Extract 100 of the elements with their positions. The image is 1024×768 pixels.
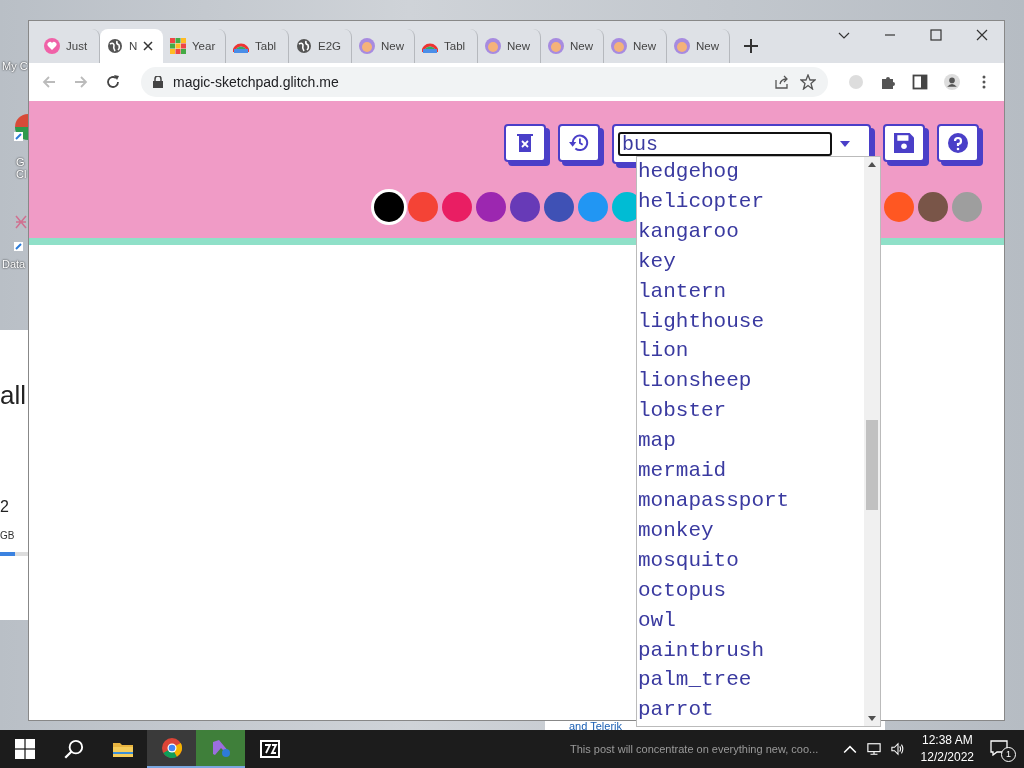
suggestion-option[interactable]: map bbox=[638, 426, 864, 457]
window-heading: all bbox=[0, 380, 26, 411]
suggestion-option[interactable]: lionsheep bbox=[638, 366, 864, 397]
color-swatch[interactable] bbox=[544, 192, 574, 222]
browser-tab[interactable]: New bbox=[352, 29, 415, 63]
suggestion-option[interactable]: owl bbox=[638, 605, 864, 636]
tab-title: New bbox=[507, 40, 530, 52]
suggestion-option[interactable]: lantern bbox=[638, 276, 864, 307]
suggestion-option[interactable]: lion bbox=[638, 336, 864, 367]
browser-tab[interactable]: N bbox=[100, 29, 163, 63]
network-icon[interactable] bbox=[866, 742, 881, 756]
article-link[interactable]: and Telerik bbox=[569, 720, 622, 732]
color-swatch[interactable] bbox=[442, 192, 472, 222]
suggestion-option[interactable]: mermaid bbox=[638, 456, 864, 486]
caret-icon[interactable] bbox=[840, 141, 850, 147]
smiley-icon bbox=[548, 38, 564, 54]
suggestion-option[interactable]: helicopter bbox=[638, 186, 864, 217]
suggestion-option[interactable]: key bbox=[638, 246, 864, 277]
color-swatch[interactable] bbox=[510, 192, 540, 222]
windows-logo-icon bbox=[14, 739, 35, 759]
browser-tab[interactable]: New bbox=[478, 29, 541, 63]
notification-icon[interactable] bbox=[990, 740, 1008, 756]
scroll-up-icon[interactable] bbox=[868, 162, 876, 167]
suggestion-option[interactable]: palm_tree bbox=[638, 665, 864, 696]
color-swatch[interactable] bbox=[884, 192, 914, 222]
side-panel-icon[interactable] bbox=[912, 74, 928, 90]
scroll-down-icon[interactable] bbox=[868, 716, 876, 721]
reload-icon[interactable] bbox=[105, 74, 121, 90]
notification-count: 1 bbox=[1001, 747, 1016, 762]
browser-tab[interactable]: Year bbox=[163, 29, 226, 63]
search-field[interactable]: bus bbox=[618, 132, 832, 156]
browser-tab[interactable]: Tabl bbox=[226, 29, 289, 63]
trash-icon bbox=[515, 133, 535, 153]
clock[interactable]: 12:38 AM 12/2/2022 bbox=[920, 732, 974, 766]
clock-date: 12/2/2022 bbox=[920, 749, 974, 766]
profile-icon[interactable] bbox=[944, 74, 960, 90]
volume-icon[interactable] bbox=[890, 742, 905, 756]
ribbon-logo-icon bbox=[210, 738, 231, 758]
tab-title: E2G bbox=[318, 40, 341, 52]
close-icon[interactable] bbox=[976, 29, 988, 41]
tab-title: Tabl bbox=[444, 40, 466, 52]
storage-bar bbox=[0, 552, 28, 556]
color-swatch[interactable] bbox=[952, 192, 982, 222]
globe-icon bbox=[107, 38, 123, 54]
scrollbar[interactable] bbox=[864, 157, 880, 726]
new-tab-icon[interactable] bbox=[744, 39, 758, 53]
smiley-icon bbox=[485, 38, 501, 54]
browser-tab[interactable]: New bbox=[541, 29, 604, 63]
suggestion-option[interactable]: kangaroo bbox=[638, 216, 864, 247]
puzzle-icon[interactable] bbox=[880, 74, 896, 90]
suggestion-option[interactable]: lighthouse bbox=[638, 306, 864, 337]
browser-tab[interactable]: New bbox=[604, 29, 667, 63]
taskbar-app[interactable] bbox=[147, 730, 196, 768]
smiley-icon bbox=[359, 38, 375, 54]
clock-time: 12:38 AM bbox=[921, 732, 973, 749]
browser-tab[interactable]: E2G bbox=[289, 29, 352, 63]
smiley-icon bbox=[674, 38, 690, 54]
suggestion-option[interactable]: mosquito bbox=[638, 545, 864, 576]
suggestion-option[interactable]: lobster bbox=[638, 396, 864, 427]
network-shortcut-icon[interactable] bbox=[14, 214, 28, 254]
background-text: This post will concentrate on everything new, coo... bbox=[570, 743, 820, 755]
suggestion-option[interactable]: paintbrush bbox=[638, 635, 864, 666]
tab-title: Tabl bbox=[255, 40, 277, 52]
color-swatch[interactable] bbox=[476, 192, 506, 222]
lock-icon bbox=[153, 76, 163, 88]
suggestion-option[interactable]: monapassport bbox=[638, 485, 864, 516]
color-swatch[interactable] bbox=[578, 192, 608, 222]
color-swatch[interactable] bbox=[374, 192, 404, 222]
browser-tab[interactable]: Just bbox=[37, 29, 100, 63]
suggestion-option[interactable]: parrot bbox=[638, 695, 864, 726]
tab-title: Just bbox=[66, 40, 88, 52]
grid-icon bbox=[170, 38, 186, 54]
globe-icon bbox=[296, 38, 312, 54]
tab-title: New bbox=[696, 40, 719, 52]
tab-title: New bbox=[570, 40, 593, 52]
tab-title: Year bbox=[192, 40, 216, 52]
storage-unit: GB bbox=[0, 530, 15, 541]
storage-value: 2 bbox=[0, 498, 9, 516]
archive-logo-icon bbox=[259, 739, 280, 759]
history-icon bbox=[569, 133, 589, 153]
star-icon[interactable] bbox=[800, 74, 816, 90]
suggestion-option[interactable]: monkey bbox=[638, 515, 864, 546]
close-icon[interactable] bbox=[143, 41, 154, 51]
color-swatch[interactable] bbox=[408, 192, 438, 222]
color-swatch[interactable] bbox=[918, 192, 948, 222]
browser-tab[interactable]: New bbox=[667, 29, 730, 63]
tab-title: New bbox=[381, 40, 404, 52]
smiley-icon bbox=[611, 38, 627, 54]
url-text: magic-sketchpad.glitch.me bbox=[173, 74, 340, 90]
chrome-style-icon bbox=[161, 738, 182, 758]
tab-title: New bbox=[633, 40, 656, 52]
help-icon bbox=[948, 133, 968, 153]
browser-tab[interactable]: Tabl bbox=[415, 29, 478, 63]
maximize-icon[interactable] bbox=[930, 29, 942, 41]
share-icon[interactable] bbox=[774, 74, 790, 90]
suggestion-option[interactable]: octopus bbox=[638, 575, 864, 606]
circle-shortcut-icon[interactable] bbox=[14, 112, 28, 142]
tab-title: N bbox=[129, 40, 138, 52]
scroll-thumb[interactable] bbox=[866, 420, 878, 510]
address-bar[interactable]: magic-sketchpad.glitch.me bbox=[141, 67, 828, 97]
